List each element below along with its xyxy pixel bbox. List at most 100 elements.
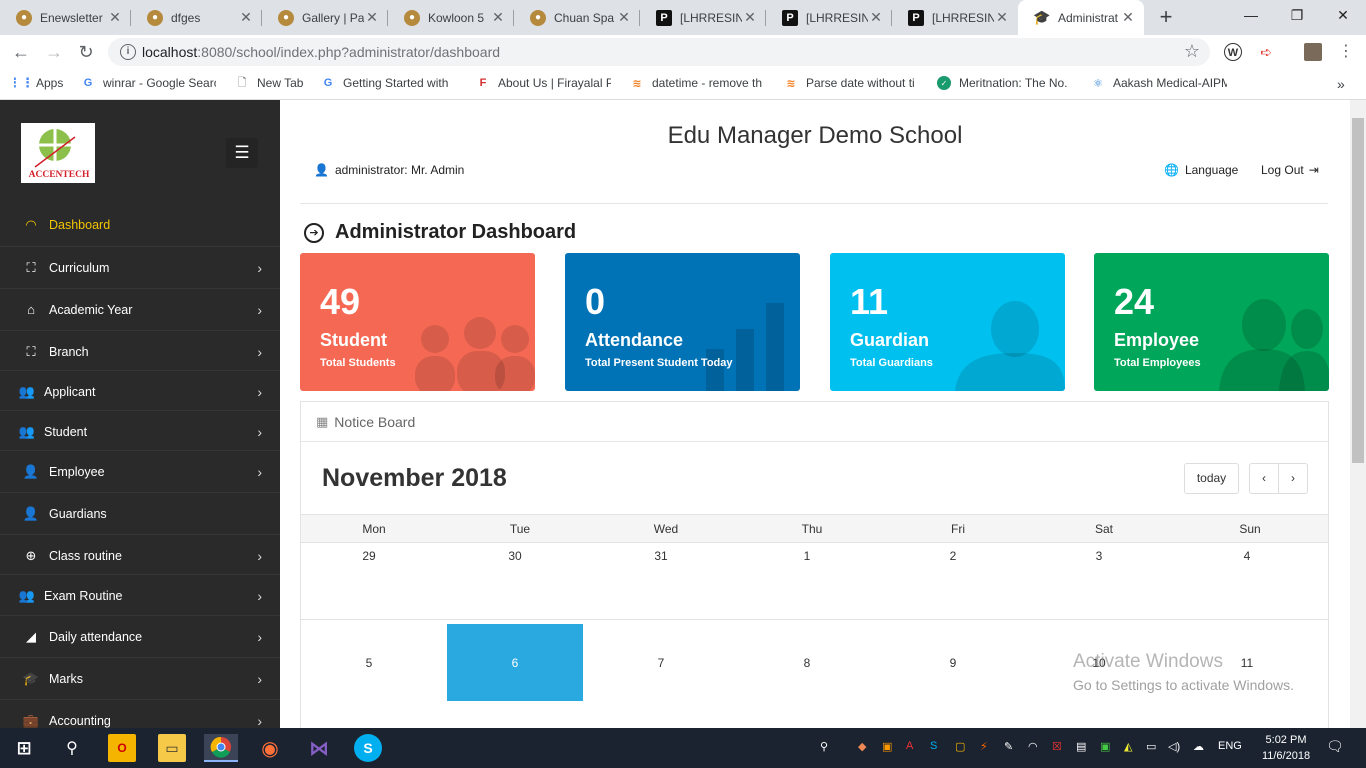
sidebar-item-curriculum[interactable]: ⛶ Curriculum ›: [0, 246, 280, 288]
bookmark-item[interactable]: G Getting Started with: [321, 76, 457, 90]
bookmark-item[interactable]: F About Us | Firayalal P: [476, 76, 611, 90]
notifications-icon[interactable]: 🗨: [1326, 738, 1344, 755]
calendar-day[interactable]: 1: [734, 549, 880, 563]
close-icon[interactable]: ✕: [742, 9, 758, 26]
sidebar-item-branch[interactable]: ⛶ Branch ›: [0, 330, 280, 372]
sidebar-item-daily-attendance[interactable]: ◢ Daily attendance ›: [0, 615, 280, 657]
tray-app-icon[interactable]: ⚡: [980, 740, 988, 753]
logout-link[interactable]: Log Out ⇥: [1261, 163, 1319, 177]
tray-app-icon[interactable]: ✎: [1004, 740, 1013, 753]
battery-icon[interactable]: ▭: [1146, 740, 1156, 753]
sidebar-item-dashboard[interactable]: ◠ Dashboard: [0, 204, 280, 246]
browser-tab[interactable]: ● Gallery | Pat ✕: [262, 0, 388, 35]
tray-app-icon[interactable]: ◆: [858, 740, 866, 753]
stat-card-guardian[interactable]: 11 Guardian Total Guardians: [830, 253, 1065, 391]
outlook-icon[interactable]: O: [108, 734, 136, 762]
sidebar-item-student[interactable]: 👥 Student ›: [0, 410, 280, 452]
minimize-button[interactable]: —: [1228, 0, 1274, 30]
language-indicator[interactable]: ENG: [1218, 740, 1242, 752]
visual-studio-icon[interactable]: ⋈: [305, 734, 333, 762]
firefox-icon[interactable]: ◉: [256, 734, 284, 762]
acrobat-icon[interactable]: A: [906, 740, 913, 752]
info-icon[interactable]: i: [120, 44, 136, 60]
url-text[interactable]: localhost:8080/school/index.php?administ…: [142, 44, 500, 60]
close-icon[interactable]: ✕: [364, 9, 380, 26]
tray-app-icon[interactable]: ▢: [955, 740, 965, 753]
tray-app-icon[interactable]: ▣: [1100, 740, 1110, 753]
browser-tab[interactable]: ● Chuan Spa ✕: [514, 0, 640, 35]
next-month-button[interactable]: ›: [1278, 463, 1308, 494]
sidebar-item-exam-routine[interactable]: 👥 Exam Routine ›: [0, 574, 280, 616]
stat-card-employee[interactable]: 24 Employee Total Employees: [1094, 253, 1329, 391]
extension-w-icon[interactable]: W: [1224, 43, 1242, 61]
sidebar-item-accounting[interactable]: 💼 Accounting ›: [0, 699, 280, 728]
bookmark-item[interactable]: Gwinrar - Google Searc: [81, 76, 216, 90]
sidebar-item-class-routine[interactable]: ⊕ Class routine ›: [0, 534, 280, 576]
browser-tab[interactable]: ● Enewsletter ✕: [0, 0, 131, 35]
calendar-day[interactable]: 8: [734, 656, 880, 670]
bookmarks-overflow-button[interactable]: »: [1337, 76, 1345, 92]
bookmark-star-icon[interactable]: ☆: [1184, 41, 1200, 62]
calendar-day-today[interactable]: 6: [442, 656, 588, 670]
sidebar-item-employee[interactable]: 👤 Employee ›: [0, 450, 280, 492]
stat-card-attendance[interactable]: 0 Attendance Total Present Student Today: [565, 253, 800, 391]
search-icon[interactable]: ⚲: [58, 734, 86, 762]
bookmark-item[interactable]: ≋ datetime - remove th: [630, 76, 766, 90]
close-icon[interactable]: ✕: [107, 9, 123, 26]
hamburger-menu-icon[interactable]: ☰: [226, 138, 258, 168]
language-link[interactable]: 🌐 Language: [1164, 163, 1238, 177]
calendar-day[interactable]: 4: [1174, 549, 1320, 563]
maximize-button[interactable]: ❐: [1274, 0, 1320, 30]
browser-tab[interactable]: P [LHRRESINT ✕: [892, 0, 1018, 35]
browser-tab[interactable]: P [LHRRESINT ✕: [640, 0, 766, 35]
calendar-day[interactable]: 31: [588, 549, 734, 563]
calendar-day[interactable]: 29: [296, 549, 442, 563]
prev-month-button[interactable]: ‹: [1249, 463, 1279, 494]
logo[interactable]: ACCENTECH: [21, 123, 95, 183]
profile-avatar[interactable]: [1304, 43, 1322, 61]
reload-icon[interactable]: ↻: [74, 40, 98, 64]
close-icon[interactable]: ✕: [868, 9, 884, 26]
browser-tab-active[interactable]: 🎓 Administrat ✕: [1018, 0, 1144, 35]
sidebar-item-academic-year[interactable]: ⌂ Academic Year ›: [0, 288, 280, 330]
windows-start-icon[interactable]: ⊞: [10, 734, 38, 762]
close-icon[interactable]: ✕: [238, 9, 254, 26]
stat-card-student[interactable]: 49 Student Total Students: [300, 253, 535, 391]
wifi-icon[interactable]: ◠: [1028, 740, 1038, 753]
skype-tray-icon[interactable]: S: [930, 740, 937, 752]
browser-tab[interactable]: ● Kowloon 5 ✕: [388, 0, 514, 35]
skype-icon[interactable]: S: [354, 734, 382, 762]
address-bar[interactable]: i localhost:8080/school/index.php?admini…: [108, 38, 1210, 66]
clock[interactable]: 5:02 PM 11/6/2018: [1254, 732, 1318, 764]
close-icon[interactable]: ✕: [1120, 9, 1136, 26]
today-button[interactable]: today: [1184, 463, 1239, 494]
chrome-icon[interactable]: [204, 734, 238, 762]
new-tab-button[interactable]: +: [1153, 4, 1179, 30]
sidebar-item-marks[interactable]: 🎓 Marks ›: [0, 657, 280, 699]
bookmark-item[interactable]: 🗋 New Tab: [235, 76, 310, 90]
onedrive-icon[interactable]: ☁: [1193, 740, 1204, 753]
bookmark-item[interactable]: ⋮⋮ Apps: [14, 76, 74, 90]
volume-icon[interactable]: ◁): [1168, 740, 1180, 753]
sidebar-item-applicant[interactable]: 👥 Applicant ›: [0, 370, 280, 412]
tray-app-icon[interactable]: ▣: [882, 740, 892, 753]
close-window-button[interactable]: ✕: [1320, 0, 1366, 30]
calendar-day[interactable]: 3: [1026, 549, 1172, 563]
forward-arrow-icon[interactable]: →: [42, 40, 66, 64]
scrollbar-thumb[interactable]: [1352, 118, 1364, 463]
extension-arrow-icon[interactable]: ➪: [1257, 43, 1275, 61]
tray-app-icon[interactable]: ▤: [1076, 740, 1086, 753]
close-icon[interactable]: ✕: [490, 9, 506, 26]
browser-tab[interactable]: ● dfges ✕: [131, 0, 262, 35]
calendar-day[interactable]: 7: [588, 656, 734, 670]
file-explorer-icon[interactable]: ▭: [158, 734, 186, 762]
calendar-day[interactable]: 30: [442, 549, 588, 563]
sidebar-item-guardians[interactable]: 👤 Guardians: [0, 492, 280, 534]
bookmark-item[interactable]: ✓ Meritnation: The No.: [937, 76, 1073, 90]
bookmark-item[interactable]: ⚛ Aakash Medical-AIPM: [1091, 76, 1227, 90]
calendar-day[interactable]: 2: [880, 549, 1026, 563]
close-icon[interactable]: ✕: [994, 9, 1010, 26]
browser-tab[interactable]: P [LHRRESINT ✕: [766, 0, 892, 35]
people-icon[interactable]: ⚲: [820, 740, 828, 753]
menu-dots-icon[interactable]: ⋮: [1337, 43, 1355, 61]
